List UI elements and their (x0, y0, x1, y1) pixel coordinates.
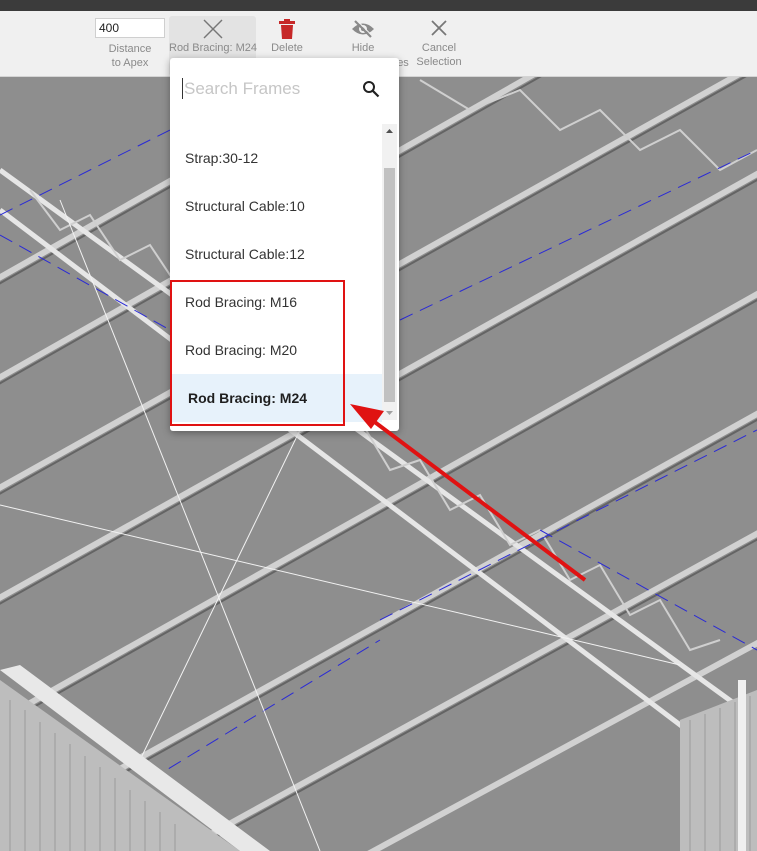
window-top-strip (0, 0, 757, 11)
list-item-structural-cable-12[interactable]: Structural Cable:12 (170, 230, 382, 278)
list-item-rod-bracing-m24[interactable]: Rod Bracing: M24 (170, 374, 382, 422)
distance-label-line1: Distance (108, 43, 152, 55)
list-item-structural-cable-10[interactable]: Structural Cable:10 (170, 182, 382, 230)
hide-label: Hide (351, 42, 375, 54)
search-icon[interactable] (362, 80, 380, 98)
cancel-selection-button[interactable]: Cancel Selection (413, 16, 465, 76)
cross-bracing-icon (203, 19, 222, 39)
distance-to-apex-label: Distance to Apex (100, 42, 160, 70)
dropdown-scrollbar[interactable] (382, 124, 397, 420)
cancel-label-line2: Selection (416, 56, 462, 68)
delete-label: Delete (271, 42, 303, 54)
search-row (170, 58, 399, 120)
trash-icon (279, 19, 295, 39)
list-item-rod-bracing-m20[interactable]: Rod Bracing: M20 (170, 326, 382, 374)
frame-type-list: Strap:30-12 Structural Cable:10 Structur… (170, 134, 382, 422)
scrollbar-thumb[interactable] (384, 168, 395, 402)
list-item-rod-bracing-m16[interactable]: Rod Bracing: M16 (170, 278, 382, 326)
scroll-up-arrow-icon[interactable] (382, 124, 397, 138)
close-icon (431, 20, 447, 36)
scroll-down-arrow-icon[interactable] (382, 406, 397, 420)
cancel-label-line1: Cancel (421, 42, 457, 54)
list-item-strap-30-12[interactable]: Strap:30-12 (170, 134, 382, 182)
distance-to-apex-input[interactable] (95, 18, 165, 38)
eye-slash-icon (352, 19, 374, 38)
search-frames-input[interactable] (182, 76, 356, 102)
text-caret (182, 78, 183, 99)
rod-bracing-label: Rod Bracing: M24 (169, 42, 258, 54)
distance-label-line2: to Apex (111, 57, 149, 69)
frame-type-dropdown: Strap:30-12 Structural Cable:10 Structur… (170, 58, 399, 431)
